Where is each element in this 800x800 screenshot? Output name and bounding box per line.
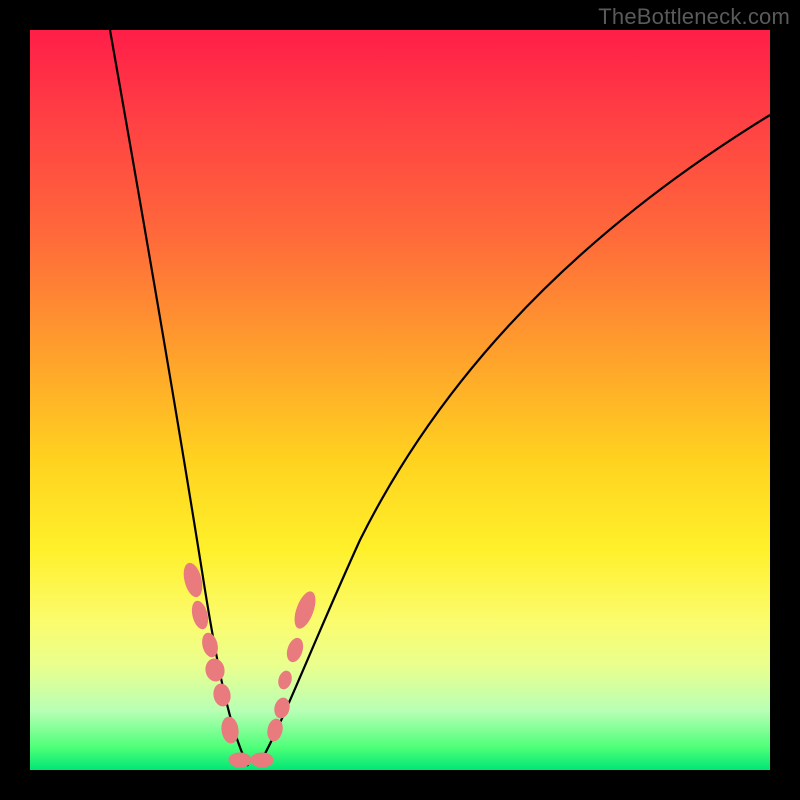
marker-point — [277, 670, 293, 691]
marker-group — [181, 562, 319, 767]
marker-point — [212, 683, 232, 707]
marker-point — [291, 589, 319, 630]
marker-point — [204, 658, 226, 683]
marker-point — [273, 697, 291, 720]
curve-left-arm — [110, 30, 248, 766]
chart-frame: TheBottleneck.com — [0, 0, 800, 800]
marker-point — [229, 753, 251, 767]
chart-plot-area — [30, 30, 770, 770]
chart-svg — [30, 30, 770, 770]
watermark-text: TheBottleneck.com — [598, 4, 790, 30]
marker-point — [251, 753, 273, 767]
marker-point — [285, 636, 306, 663]
curve-right-arm — [258, 115, 770, 766]
